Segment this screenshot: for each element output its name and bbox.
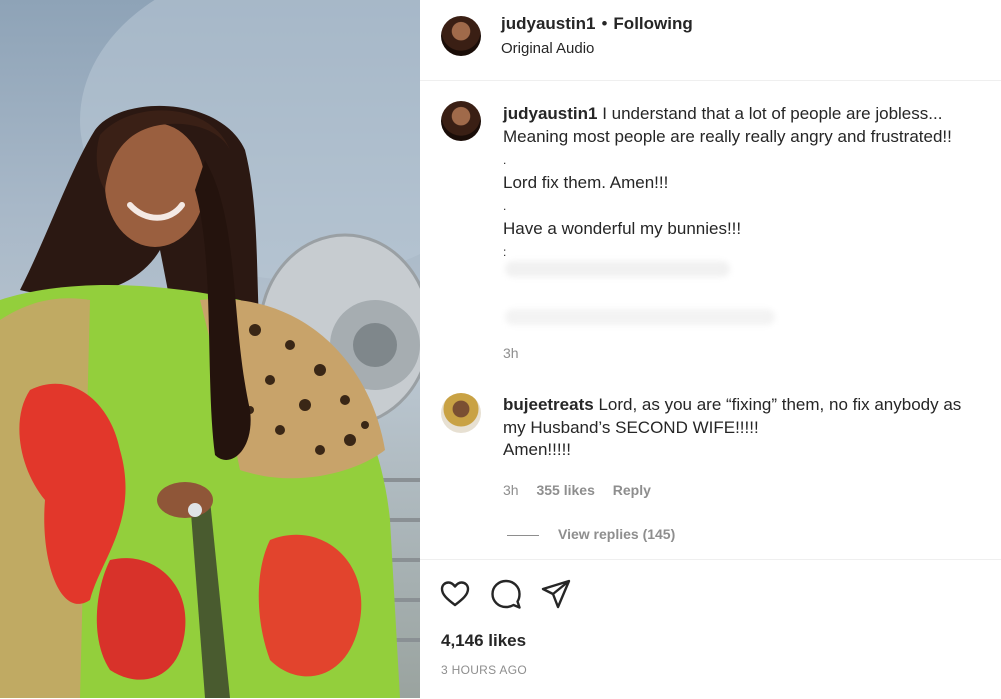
caption-line-3: . [503,153,507,167]
caption-line-7: : [503,245,507,259]
caption-time: 3h [503,345,519,361]
post-media[interactable] [0,0,420,698]
comment-likes[interactable]: 355 likes [536,482,594,498]
view-replies-button[interactable]: View replies (145) [558,526,675,542]
comments-section: judyaustin1 I understand that a lot of p… [420,81,1001,559]
caption-avatar[interactable] [441,101,481,141]
comment-line-1: Lord, as you are “fixing” them, no fix a… [598,395,962,414]
comment-time: 3h [503,482,519,498]
separator-dot: • [601,14,608,33]
caption-line-1: I understand that a lot of people are jo… [602,104,943,123]
comment-text: bujeetreats Lord, as you are “fixing” th… [503,394,993,462]
share-send-icon[interactable] [540,578,572,610]
post-side-panel: judyaustin1 • Following Original Audio jud… [420,0,1001,698]
comment-meta: 3h 355 likes Reply [503,482,651,498]
replies-divider [507,535,539,536]
caption-text: judyaustin1 I understand that a lot of p… [503,103,993,264]
author-line: judyaustin1 • Following [501,14,693,34]
post-timestamp: 3 HOURS AGO [441,663,527,677]
commenter-username[interactable]: bujeetreats [503,395,594,414]
caption-line-6: Have a wonderful my bunnies!!! [503,218,742,238]
post-actions: 4,146 likes 3 HOURS AGO [420,559,1001,699]
comment-line-2: my Husband’s SECOND WIFE!!!!! [503,417,759,437]
blurred-caption-line [505,261,730,277]
caption-username[interactable]: judyaustin1 [503,104,597,123]
caption-line-2: Meaning most people are really really an… [503,126,952,146]
caption-line-5: . [503,199,507,213]
post-header: judyaustin1 • Following Original Audio [420,0,1001,81]
blurred-caption-line [505,309,775,325]
author-username[interactable]: judyaustin1 [501,14,595,33]
comment-bubble-icon[interactable] [490,578,522,610]
post-likes-count[interactable]: 4,146 likes [441,631,526,651]
comment-line-3: Amen!!!!! [503,440,572,459]
author-avatar[interactable] [441,16,481,56]
audio-label[interactable]: Original Audio [501,40,594,57]
post-image [0,0,420,698]
like-heart-icon[interactable] [439,578,471,610]
following-button[interactable]: Following [613,14,692,33]
caption-line-4: Lord fix them. Amen!!! [503,172,669,192]
reply-button[interactable]: Reply [613,482,651,498]
commenter-avatar[interactable] [441,393,481,433]
